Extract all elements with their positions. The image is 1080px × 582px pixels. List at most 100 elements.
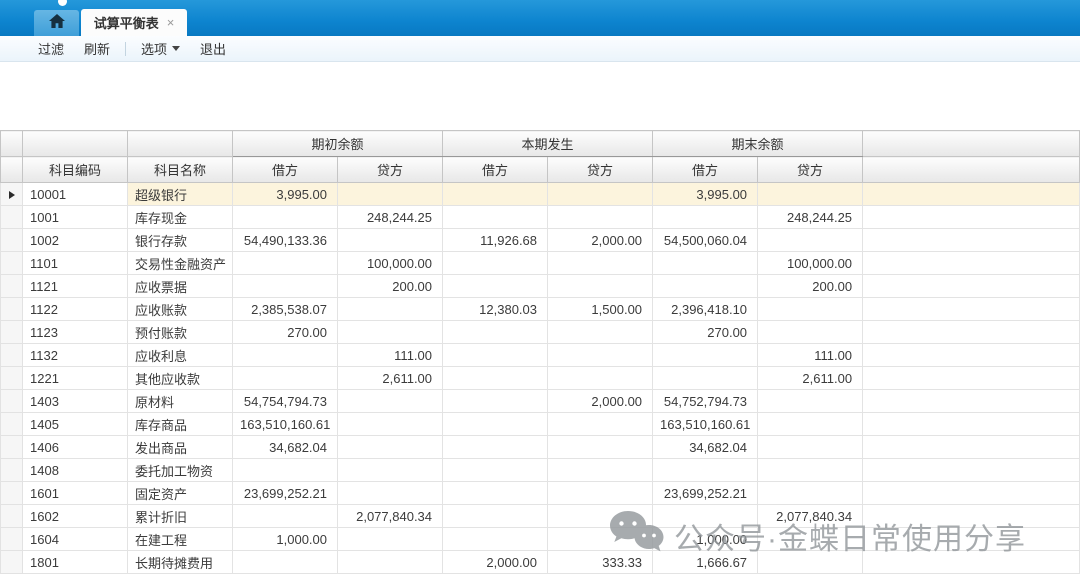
refresh-button[interactable]: 刷新: [74, 36, 120, 61]
account-code-cell[interactable]: 1403: [23, 390, 128, 413]
close-icon[interactable]: ×: [167, 15, 175, 30]
account-code-cell[interactable]: 1601: [23, 482, 128, 505]
amount-cell[interactable]: [548, 528, 653, 551]
amount-cell[interactable]: 3,995.00: [653, 183, 758, 206]
exit-button[interactable]: 退出: [190, 36, 236, 61]
amount-cell[interactable]: [758, 459, 863, 482]
account-code-cell[interactable]: 1002: [23, 229, 128, 252]
amount-cell[interactable]: 2,611.00: [758, 367, 863, 390]
amount-cell[interactable]: [338, 482, 443, 505]
amount-cell[interactable]: [548, 482, 653, 505]
amount-cell[interactable]: 2,000.00: [443, 551, 548, 574]
amount-cell[interactable]: [653, 459, 758, 482]
account-code-cell[interactable]: 10001: [23, 183, 128, 206]
amount-cell[interactable]: 2,077,840.34: [758, 505, 863, 528]
amount-cell[interactable]: [548, 321, 653, 344]
account-code-cell[interactable]: 1408: [23, 459, 128, 482]
amount-cell[interactable]: [758, 528, 863, 551]
amount-cell[interactable]: [233, 367, 338, 390]
account-code-cell[interactable]: 1122: [23, 298, 128, 321]
amount-cell[interactable]: [548, 206, 653, 229]
amount-cell[interactable]: [443, 344, 548, 367]
amount-cell[interactable]: [233, 275, 338, 298]
account-name-cell[interactable]: 在建工程: [128, 528, 233, 551]
amount-cell[interactable]: [758, 413, 863, 436]
account-name-cell[interactable]: 应收账款: [128, 298, 233, 321]
amount-cell[interactable]: [653, 344, 758, 367]
amount-cell[interactable]: [443, 528, 548, 551]
table-row[interactable]: 1801长期待摊费用 2,000.00333.331,666.67: [1, 551, 1080, 574]
account-name-cell[interactable]: 长期待摊费用: [128, 551, 233, 574]
account-code-cell[interactable]: 1406: [23, 436, 128, 459]
account-name-cell[interactable]: 累计折旧: [128, 505, 233, 528]
amount-cell[interactable]: [338, 459, 443, 482]
amount-cell[interactable]: 2,000.00: [548, 229, 653, 252]
amount-cell[interactable]: 111.00: [338, 344, 443, 367]
amount-cell[interactable]: [443, 482, 548, 505]
account-code-cell[interactable]: 1123: [23, 321, 128, 344]
amount-cell[interactable]: [548, 367, 653, 390]
amount-cell[interactable]: [653, 252, 758, 275]
table-row[interactable]: 1601固定资产23,699,252.2123,699,252.21: [1, 482, 1080, 505]
account-code-cell[interactable]: 1221: [23, 367, 128, 390]
amount-cell[interactable]: [758, 482, 863, 505]
amount-cell[interactable]: [338, 551, 443, 574]
amount-cell[interactable]: [338, 436, 443, 459]
amount-cell[interactable]: [338, 528, 443, 551]
table-row[interactable]: 1122应收账款2,385,538.0712,380.031,500.002,3…: [1, 298, 1080, 321]
account-code-cell[interactable]: 1801: [23, 551, 128, 574]
amount-cell[interactable]: [548, 183, 653, 206]
table-row[interactable]: 10001超级银行3,995.003,995.00: [1, 183, 1080, 206]
amount-cell[interactable]: 1,000.00: [233, 528, 338, 551]
amount-cell[interactable]: 2,611.00: [338, 367, 443, 390]
amount-cell[interactable]: [758, 436, 863, 459]
table-row[interactable]: 1405库存商品163,510,160.61163,510,160.61: [1, 413, 1080, 436]
table-row[interactable]: 1001库存现金248,244.25248,244.25: [1, 206, 1080, 229]
amount-cell[interactable]: 1,666.67: [653, 551, 758, 574]
amount-cell[interactable]: [443, 252, 548, 275]
amount-cell[interactable]: 111.00: [758, 344, 863, 367]
amount-cell[interactable]: [233, 206, 338, 229]
table-row[interactable]: 1101交易性金融资产100,000.00100,000.00: [1, 252, 1080, 275]
account-name-cell[interactable]: 发出商品: [128, 436, 233, 459]
amount-cell[interactable]: [548, 459, 653, 482]
amount-cell[interactable]: 333.33: [548, 551, 653, 574]
amount-cell[interactable]: [443, 367, 548, 390]
amount-cell[interactable]: 248,244.25: [338, 206, 443, 229]
amount-cell[interactable]: 54,754,794.73: [233, 390, 338, 413]
amount-cell[interactable]: 3,995.00: [233, 183, 338, 206]
account-name-cell[interactable]: 委托加工物资: [128, 459, 233, 482]
amount-cell[interactable]: 200.00: [758, 275, 863, 298]
amount-cell[interactable]: [548, 252, 653, 275]
amount-cell[interactable]: 34,682.04: [233, 436, 338, 459]
table-row[interactable]: 1221其他应收款2,611.002,611.00: [1, 367, 1080, 390]
amount-cell[interactable]: [443, 505, 548, 528]
amount-cell[interactable]: [548, 436, 653, 459]
amount-cell[interactable]: [653, 275, 758, 298]
account-code-cell[interactable]: 1604: [23, 528, 128, 551]
amount-cell[interactable]: [758, 229, 863, 252]
amount-cell[interactable]: [338, 390, 443, 413]
table-row[interactable]: 1403原材料54,754,794.732,000.0054,752,794.7…: [1, 390, 1080, 413]
table-row[interactable]: 1132应收利息111.00111.00: [1, 344, 1080, 367]
amount-cell[interactable]: [758, 298, 863, 321]
amount-cell[interactable]: [443, 321, 548, 344]
account-code-cell[interactable]: 1602: [23, 505, 128, 528]
tab-trial-balance[interactable]: 试算平衡表 ×: [81, 9, 187, 36]
amount-cell[interactable]: 100,000.00: [758, 252, 863, 275]
amount-cell[interactable]: [548, 413, 653, 436]
account-name-cell[interactable]: 银行存款: [128, 229, 233, 252]
amount-cell[interactable]: [443, 183, 548, 206]
table-row[interactable]: 1408委托加工物资: [1, 459, 1080, 482]
amount-cell[interactable]: [758, 183, 863, 206]
amount-cell[interactable]: [758, 321, 863, 344]
account-name-cell[interactable]: 交易性金融资产: [128, 252, 233, 275]
amount-cell[interactable]: 2,077,840.34: [338, 505, 443, 528]
amount-cell[interactable]: [233, 505, 338, 528]
table-row[interactable]: 1123预付账款270.00270.00: [1, 321, 1080, 344]
account-code-cell[interactable]: 1132: [23, 344, 128, 367]
options-button[interactable]: 选项: [131, 36, 190, 61]
amount-cell[interactable]: [338, 183, 443, 206]
account-code-cell[interactable]: 1001: [23, 206, 128, 229]
amount-cell[interactable]: [548, 505, 653, 528]
